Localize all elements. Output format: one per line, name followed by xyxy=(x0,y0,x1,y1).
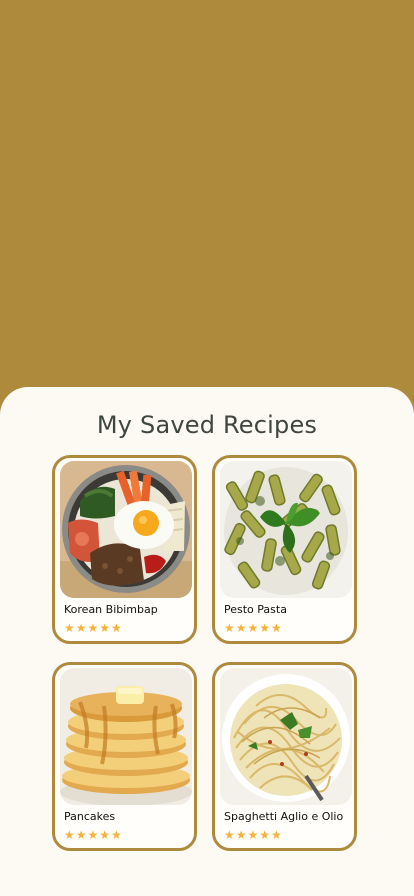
rating-stars: ★★★★★ xyxy=(64,621,123,635)
rating-stars: ★★★★★ xyxy=(224,621,283,635)
pesto-pasta-photo xyxy=(220,461,352,598)
saved-recipes-sheet: My Saved Recipes Korean Bibimbap ★★★★★ P… xyxy=(0,387,414,896)
recipe-name: Spaghetti Aglio e Olio xyxy=(224,810,344,823)
rating-stars: ★★★★★ xyxy=(64,828,123,842)
recipe-card-pancakes[interactable]: Pancakes ★★★★★ xyxy=(52,662,197,851)
spaghetti-photo xyxy=(220,668,352,805)
recipe-card-spaghetti-aglio-e-olio[interactable]: Spaghetti Aglio e Olio ★★★★★ xyxy=(212,662,357,851)
recipe-name: Korean Bibimbap xyxy=(64,603,158,616)
pancakes-photo xyxy=(60,668,192,805)
page-title: My Saved Recipes xyxy=(96,411,318,439)
recipe-card-bibimbap[interactable]: Korean Bibimbap ★★★★★ xyxy=(52,455,197,644)
rating-stars: ★★★★★ xyxy=(224,828,283,842)
recipe-card-pesto-pasta[interactable]: Pesto Pasta ★★★★★ xyxy=(212,455,357,644)
recipe-name: Pesto Pasta xyxy=(224,603,287,616)
bibimbap-photo xyxy=(60,461,192,598)
recipe-name: Pancakes xyxy=(64,810,116,823)
